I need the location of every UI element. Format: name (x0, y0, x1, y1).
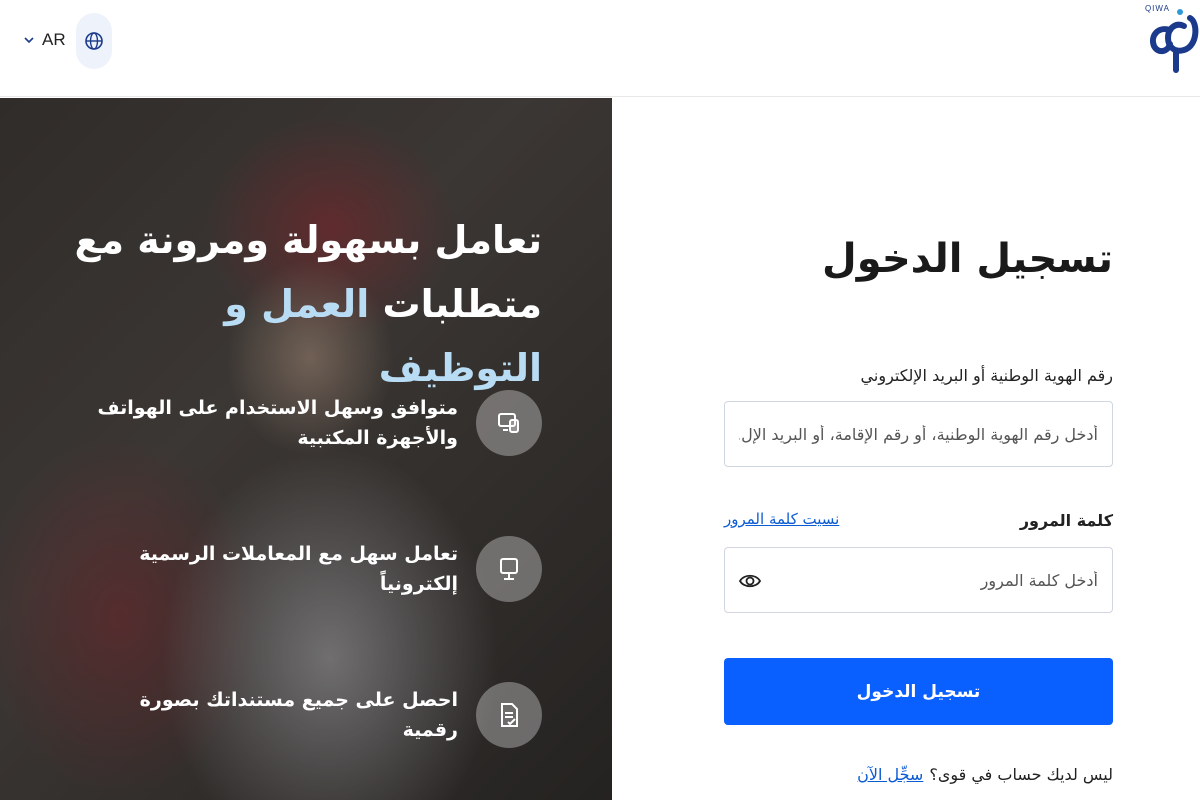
logo-text: QIWA (1144, 4, 1170, 13)
id-input[interactable] (739, 424, 1098, 444)
globe-button[interactable] (76, 13, 112, 69)
feature-text: تعامل سهل مع المعاملات الرسمية إلكترونيا… (139, 543, 458, 595)
headline-line2: متطلبات العمل و التوظيف (62, 272, 542, 400)
language-code: AR (42, 30, 66, 49)
feature-text: احصل على جميع مستنداتك بصورة رقمية (139, 689, 458, 741)
feature-text: متوافق وسهل الاستخدام على الهواتف والأجه… (97, 397, 458, 449)
chevron-down-icon (24, 37, 34, 44)
password-label: كلمة المرور (1019, 511, 1113, 530)
document-icon (476, 682, 542, 748)
no-account-text: ليس لديك حساب في قوى؟ (929, 765, 1113, 784)
globe-icon (85, 32, 103, 50)
password-input-wrapper[interactable] (724, 547, 1113, 613)
login-button[interactable]: تسجيل الدخول (724, 658, 1113, 725)
hero-headline: تعامل بسهولة ومرونة مع متطلبات العمل و ا… (62, 208, 543, 400)
eye-icon[interactable] (739, 570, 761, 592)
top-header: AR QIWA (0, 0, 1200, 97)
monitor-icon (476, 536, 542, 602)
page-title: تسجيل الدخول (822, 236, 1113, 282)
headline-line1: تعامل بسهولة ومرونة مع (74, 218, 543, 262)
password-input[interactable] (739, 570, 1098, 590)
feature-item-monitor: تعامل سهل مع المعاملات الرسمية إلكترونيا… (2, 536, 542, 606)
language-switcher[interactable]: AR (24, 26, 66, 54)
headline-prefix: متطلبات (369, 282, 542, 326)
devices-icon (476, 390, 542, 456)
id-input-wrapper[interactable] (724, 401, 1113, 467)
feature-item-document: احصل على جميع مستنداتك بصورة رقمية (2, 682, 542, 752)
login-form: تسجيل الدخول رقم الهوية الوطنية أو البري… (612, 98, 1200, 800)
id-label: رقم الهوية الوطنية أو البريد الإلكتروني (860, 366, 1113, 385)
feature-item-devices: متوافق وسهل الاستخدام على الهواتف والأجه… (2, 390, 542, 460)
qiwa-logo[interactable]: QIWA (1140, 0, 1200, 80)
forgot-password-link[interactable]: نسيت كلمة المرور (724, 510, 839, 528)
register-prompt: ليس لديك حساب في قوى؟ سجِّل الآن (857, 765, 1113, 784)
register-link[interactable]: سجِّل الآن (857, 765, 923, 784)
hero-banner: تعامل بسهولة ومرونة مع متطلبات العمل و ا… (0, 98, 612, 800)
